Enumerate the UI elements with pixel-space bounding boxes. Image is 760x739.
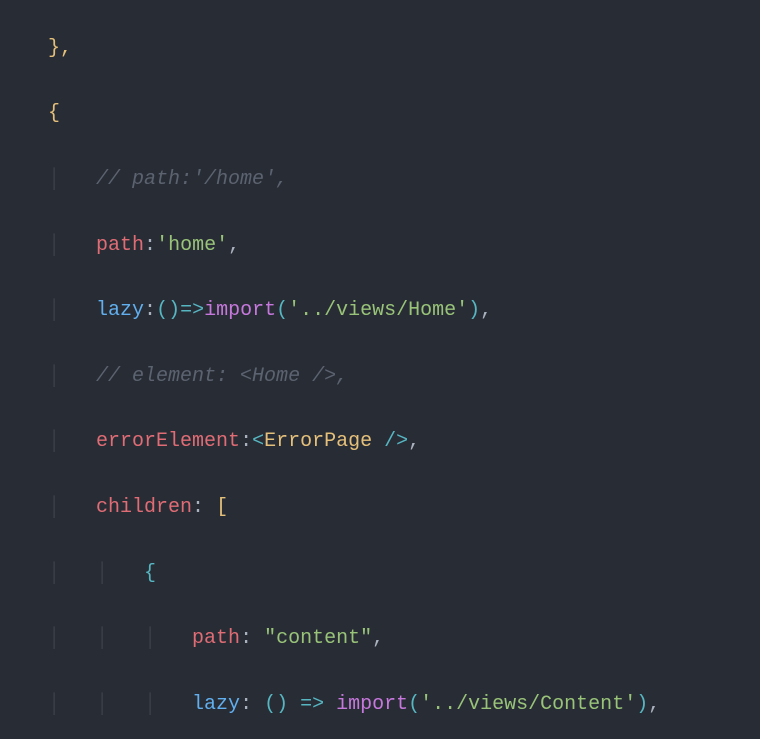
code-editor[interactable]: }, { │ // path:'/home', │ path:'home', │… <box>0 0 760 739</box>
string: '../views/Content' <box>420 693 636 716</box>
string: 'home' <box>156 234 228 257</box>
string: "content" <box>252 627 372 650</box>
code-line[interactable]: │ path:'home', <box>0 230 760 263</box>
brace: { <box>48 102 60 125</box>
keyword-import: import <box>204 299 276 322</box>
string: '../views/Home' <box>288 299 468 322</box>
prop-lazy: lazy <box>192 693 240 716</box>
prop-lazy: lazy <box>96 299 144 322</box>
comment: // path:'/home', <box>96 168 288 191</box>
jsx-tag: ErrorPage <box>264 430 372 453</box>
prop-children: children <box>96 496 192 519</box>
prop-path: path <box>192 627 240 650</box>
code-line[interactable]: │ // element: <Home />, <box>0 361 760 394</box>
code-line[interactable]: │ children: [ <box>0 492 760 525</box>
keyword-import: import <box>336 693 408 716</box>
code-line[interactable]: │ lazy:()=>import('../views/Home'), <box>0 295 760 328</box>
brace: { <box>144 562 156 585</box>
code-line[interactable]: }, <box>0 33 760 66</box>
code-line[interactable]: │ errorElement:<ErrorPage />, <box>0 426 760 459</box>
prop-errorelement: errorElement <box>96 430 240 453</box>
code-line[interactable]: │ // path:'/home', <box>0 164 760 197</box>
brace: }, <box>48 37 72 60</box>
code-line[interactable]: │ │ │ lazy: () => import('../views/Conte… <box>0 689 760 722</box>
code-line[interactable]: { <box>0 98 760 131</box>
prop-path: path <box>96 234 144 257</box>
code-line[interactable]: │ │ { <box>0 558 760 591</box>
comment: // element: <Home />, <box>96 365 348 388</box>
code-line[interactable]: │ │ │ path: "content", <box>0 623 760 656</box>
